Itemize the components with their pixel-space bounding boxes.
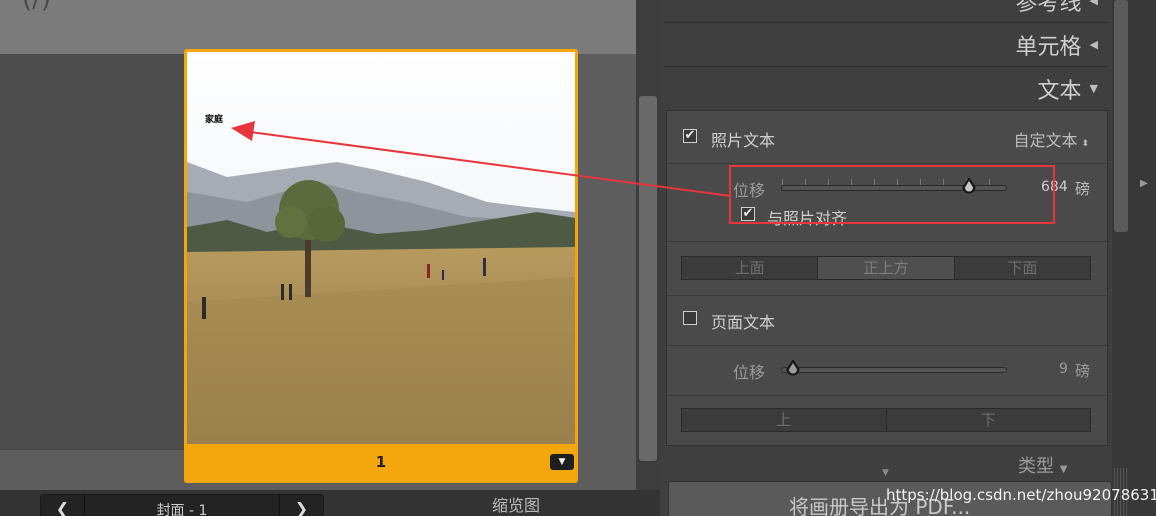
- photo-caption-text[interactable]: 家庭: [205, 112, 223, 125]
- triangle-left-icon: ◀: [1089, 38, 1098, 51]
- page-offset-unit: 磅: [1075, 362, 1091, 380]
- bottom-toolbar: ❮ 封面 - 1 ❯ 缩览图: [0, 490, 660, 516]
- canvas-top-text: (/): [22, 0, 51, 14]
- section-header-cells[interactable]: 单元格 ◀: [664, 22, 1108, 66]
- photo-text-position-selector[interactable]: 上面 正上方 下面: [681, 256, 1091, 280]
- divider: [667, 163, 1107, 164]
- section-header-guides[interactable]: 参考线 ◀: [664, 0, 1108, 22]
- current-page-label: 封面 - 1: [156, 503, 208, 516]
- caret-down-icon: ▼: [558, 457, 566, 467]
- position-option-above[interactable]: 上面: [682, 257, 819, 279]
- right-panel: 参考线 ◀ 单元格 ◀ 文本 ▼ ✔ 照片文本 自定文本 ⬍ 位移 684 磅 ✔: [660, 0, 1112, 516]
- position-option-bottom[interactable]: 下: [887, 409, 1091, 431]
- triangle-right-icon[interactable]: ▶: [1140, 178, 1148, 189]
- page-navigator: ❮ 封面 - 1 ❯: [40, 494, 324, 516]
- panel-scrollbar-thumb[interactable]: [1114, 0, 1128, 232]
- triangle-down-icon: ▼: [1059, 464, 1068, 475]
- text-section-body: ✔ 照片文本 自定文本 ⬍ 位移 684 磅 ✔ 与照片对齐 上面 正上方 下面 …: [666, 110, 1108, 446]
- chevron-left-icon: ❮: [55, 498, 70, 516]
- photo-text-label: 照片文本: [711, 131, 776, 150]
- divider: [667, 241, 1107, 242]
- page-text-position-selector[interactable]: 上 下: [681, 408, 1091, 432]
- photo-text-checkbox[interactable]: ✔: [683, 129, 697, 143]
- photo-text-mode-select[interactable]: 自定文本 ⬍: [1013, 127, 1089, 151]
- section-header-text[interactable]: 文本 ▼: [664, 66, 1108, 110]
- checkmark-icon: ✔: [684, 128, 696, 143]
- position-option-top[interactable]: 上: [682, 409, 887, 431]
- page-number: 1: [375, 453, 387, 471]
- page-photo[interactable]: [187, 52, 575, 444]
- spread-shadow: [0, 54, 184, 450]
- canvas-scrollbar-thumb[interactable]: [639, 96, 657, 461]
- next-page-button[interactable]: ❯: [279, 495, 323, 516]
- thumbnails-label[interactable]: 缩览图: [492, 492, 540, 516]
- previous-page-button[interactable]: ❮: [41, 495, 85, 516]
- section-title-type: 类型: [1018, 456, 1054, 477]
- watermark-text: https://blog.csdn.net/zhou920786312: [886, 486, 1156, 504]
- position-option-top[interactable]: 正上方: [818, 257, 955, 279]
- page-text-label: 页面文本: [711, 313, 776, 332]
- book-canvas: 家庭 1 ▼: [0, 49, 636, 490]
- photo-text-mode-value: 自定文本: [1013, 131, 1078, 150]
- divider: [667, 295, 1107, 296]
- photo-offset-unit: 磅: [1075, 180, 1091, 198]
- divider: [667, 345, 1107, 346]
- updown-arrows-icon: ⬍: [1081, 139, 1089, 149]
- page-offset-slider[interactable]: [781, 367, 1007, 373]
- annotation-highlight-box: [729, 165, 1055, 224]
- position-option-below[interactable]: 下面: [955, 257, 1090, 279]
- page-offset-label: 位移: [733, 363, 766, 382]
- page-offset-slider-thumb[interactable]: [786, 360, 800, 376]
- canvas-top-area: (/): [0, 0, 636, 54]
- page-offset-value[interactable]: 9: [1059, 361, 1068, 377]
- page-text-checkbox[interactable]: [683, 311, 697, 325]
- divider: [667, 395, 1107, 396]
- section-title-cells: 单元格: [1015, 34, 1082, 60]
- section-title-guides: 参考线: [1015, 0, 1082, 16]
- landscape-photo: [187, 52, 575, 444]
- chevron-right-icon: ❯: [294, 498, 309, 516]
- triangle-left-icon: ◀: [1089, 0, 1098, 7]
- section-title-text: 文本: [1037, 78, 1082, 104]
- canvas-scrollbar[interactable]: [636, 0, 660, 490]
- page-menu-button[interactable]: ▼: [550, 454, 574, 470]
- scroll-down-icon[interactable]: ▼: [882, 468, 889, 478]
- section-header-type[interactable]: 类型 ▼: [1018, 452, 1067, 478]
- page-content: 家庭: [187, 52, 575, 444]
- selected-page[interactable]: 家庭 1 ▼: [184, 49, 578, 483]
- triangle-down-icon: ▼: [1089, 82, 1098, 95]
